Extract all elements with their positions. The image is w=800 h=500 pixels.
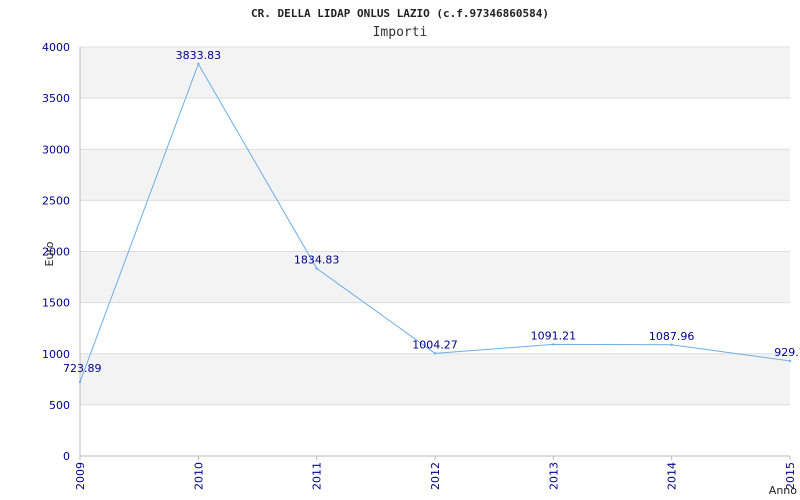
- data-label: 3833.83: [176, 49, 222, 62]
- chart: CR. DELLA LIDAP ONLUS LAZIO (c.f.9734686…: [0, 0, 800, 500]
- y-tick-label: 3000: [42, 143, 70, 156]
- y-tick-label: 1000: [42, 348, 70, 361]
- data-point: [788, 359, 792, 363]
- x-tick-label: 2009: [74, 462, 87, 490]
- data-label: 723.89: [63, 362, 102, 375]
- data-point: [552, 343, 555, 346]
- data-label: 1087.96: [649, 330, 695, 343]
- data-point: [78, 380, 82, 384]
- y-tick-label: 1500: [42, 297, 70, 310]
- grid-band: [80, 200, 790, 252]
- y-tick-label: 3500: [42, 92, 70, 105]
- y-axis-title: Euro: [43, 241, 56, 266]
- data-point: [197, 62, 200, 66]
- x-axis-title: Anno: [769, 484, 797, 497]
- x-tick-label: 2011: [311, 462, 324, 490]
- y-tick-label: 2500: [42, 194, 70, 207]
- data-label: 1091.21: [531, 329, 577, 342]
- data-point: [670, 343, 673, 346]
- x-tick-label: 2013: [547, 462, 560, 490]
- grid-band: [80, 98, 790, 150]
- data-point: [433, 352, 437, 355]
- x-tick-label: 2012: [429, 462, 442, 490]
- grid-band: [80, 251, 790, 303]
- grid-band: [80, 353, 790, 405]
- data-point: [315, 267, 318, 270]
- grid-band: [80, 149, 790, 201]
- y-tick-label: 500: [49, 399, 70, 412]
- y-tick-label: 0: [63, 450, 70, 463]
- x-tick-label: 2010: [192, 462, 205, 490]
- data-label: 1834.83: [294, 253, 340, 266]
- data-label: 929.7: [774, 346, 800, 359]
- plot-area: 050010001500200025003000350040002009 2010…: [42, 41, 800, 497]
- y-tick-label: 4000: [42, 41, 70, 54]
- x-tick-label: 2014: [666, 462, 679, 490]
- grid-band: [80, 404, 790, 456]
- data-label: 1004.27: [412, 338, 458, 351]
